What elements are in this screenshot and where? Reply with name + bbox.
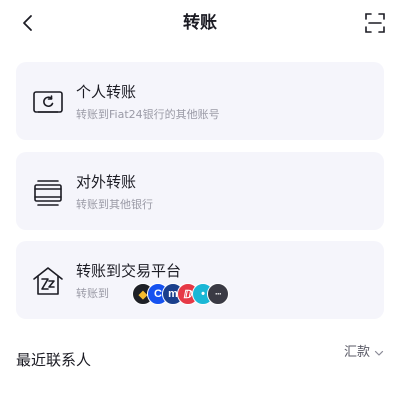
exchange-transfer-subtitle: 转账到 xyxy=(76,287,109,300)
scan-icon[interactable] xyxy=(364,12,386,34)
page-title: 转账 xyxy=(183,13,217,33)
personal-transfer-icon xyxy=(33,91,63,113)
header-bar: 转账 xyxy=(0,0,400,46)
chevron-down-icon xyxy=(374,350,384,356)
external-transfer-card[interactable]: 对外转账 转账到其他银行 xyxy=(16,152,384,230)
personal-transfer-card[interactable]: 个人转账 转账到Fiat24银行的其他账号 xyxy=(16,62,384,140)
exchange-logos: ◆ Cm ⅅ • ··· xyxy=(132,283,242,305)
personal-transfer-subtitle: 转账到Fiat24银行的其他账号 xyxy=(76,108,220,121)
recent-contacts-label: 最近联系人 xyxy=(16,351,92,369)
exchange-transfer-title: 转账到交易平台 xyxy=(76,262,182,280)
external-transfer-subtitle: 转账到其他银行 xyxy=(76,198,153,211)
external-transfer-icon xyxy=(34,180,62,206)
external-transfer-title: 对外转账 xyxy=(76,173,137,191)
remit-filter-dropdown[interactable]: 汇款 xyxy=(344,343,384,363)
remit-filter-label: 汇款 xyxy=(343,345,370,360)
exchange-transfer-card[interactable]: 转账到交易平台 转账到 ◆ Cm ⅅ • ··· xyxy=(16,241,384,319)
personal-transfer-title: 个人转账 xyxy=(76,83,137,101)
exchange-platform-icon xyxy=(33,267,63,295)
more-platforms-icon: ··· xyxy=(207,283,229,305)
